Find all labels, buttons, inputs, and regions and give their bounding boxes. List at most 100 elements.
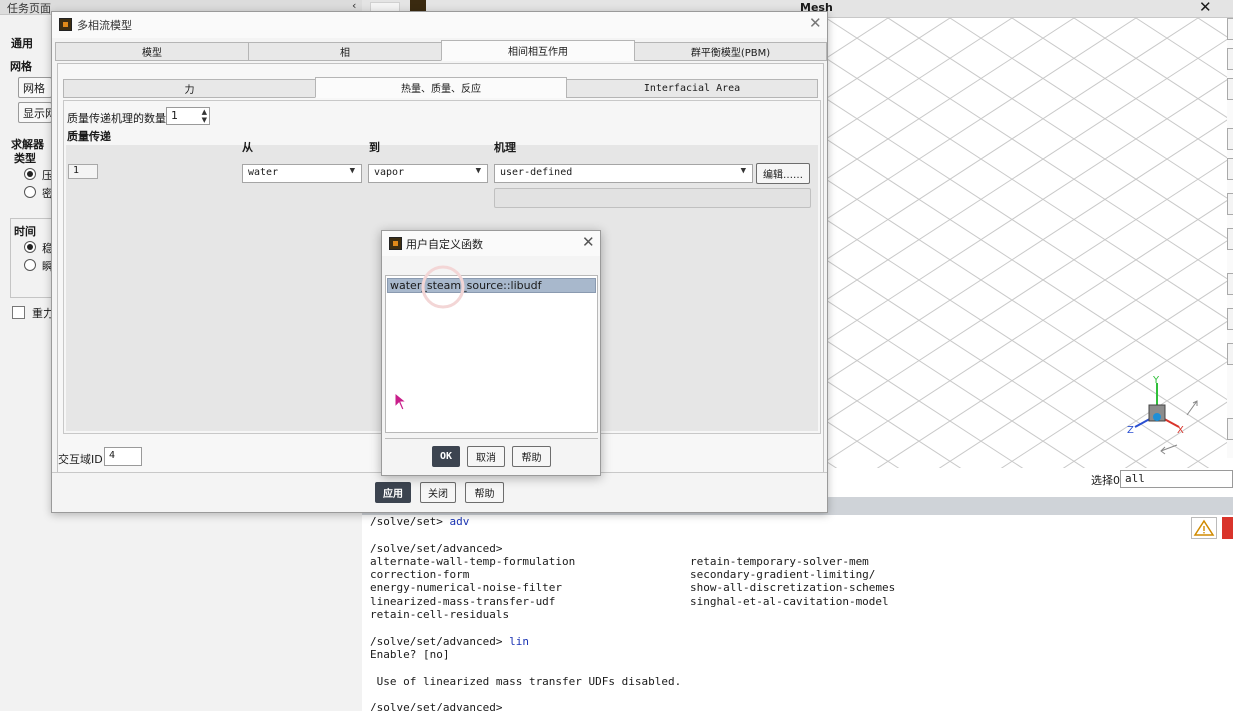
console-line: /solve/set> adv	[370, 515, 1233, 528]
mechanism-option-field	[494, 188, 811, 208]
toolbar-button[interactable]	[1227, 78, 1233, 100]
row-number: 1	[68, 164, 98, 179]
tab-phases[interactable]: 相	[248, 42, 442, 61]
loading-spinner-icon	[421, 265, 465, 309]
axis-triad-icon: Y X Z	[1127, 375, 1198, 455]
console-text: Use of linearized mass transfer UDFs dis…	[370, 674, 682, 688]
console-line: Use of linearized mass transfer UDFs dis…	[370, 675, 1233, 688]
console-command: lin	[509, 634, 529, 648]
console-text: /solve/set/advanced>	[370, 701, 503, 711]
console-output[interactable]: /solve/set> adv/solve/set/advanced> alter…	[362, 515, 1233, 711]
axis-x-label: X	[1177, 425, 1184, 436]
cancel-button[interactable]: 取消	[467, 446, 505, 467]
close-button[interactable]: 关闭	[420, 482, 456, 503]
apply-button[interactable]: 应用	[375, 482, 411, 503]
console-text: Enable? [no]	[370, 647, 450, 661]
toolbar-button[interactable]	[1227, 128, 1233, 150]
section-mesh: 网格	[10, 60, 32, 73]
toolbar-button[interactable]	[1227, 228, 1233, 250]
interaction-domain-id-label: 交互域ID	[58, 453, 103, 466]
tab-phase-interaction[interactable]: 相间相互作用	[441, 40, 635, 61]
help-button[interactable]: 帮助	[512, 446, 551, 467]
toolbar-button[interactable]	[1227, 193, 1233, 215]
column-from: 从	[242, 141, 253, 154]
dialog-titlebar: 多相流模型 ✕	[52, 12, 827, 38]
console-line: energy-numerical-noise-filter show-all-di…	[370, 581, 1233, 594]
console-command: adv	[449, 515, 470, 528]
console-line: retain-cell-residuals	[370, 608, 1233, 621]
from-phase-value: water	[248, 167, 279, 178]
toolbar-button[interactable]	[1227, 158, 1233, 180]
tab-model[interactable]: 模型	[55, 42, 249, 61]
close-icon[interactable]: ✕	[1199, 0, 1212, 16]
toolbar-button[interactable]	[1227, 48, 1233, 70]
graphics-toolbar	[1227, 18, 1233, 458]
subtab-interfacial-area[interactable]: Interfacial Area	[566, 79, 818, 98]
app-icon	[59, 18, 72, 31]
toolbar-button[interactable]	[1227, 308, 1233, 330]
ok-button[interactable]: OK	[432, 446, 460, 467]
interaction-domain-id-input[interactable]: 4	[104, 447, 142, 466]
tab-population-balance[interactable]: 群平衡模型(PBM)	[634, 42, 827, 61]
console-text: /solve/set/advanced>	[370, 634, 510, 648]
toolbar-button[interactable]	[1227, 273, 1233, 295]
warning-icon[interactable]	[1191, 517, 1217, 539]
error-icon[interactable]	[1222, 517, 1233, 539]
console-line: linearized-mass-transfer-udf singhal-et-a…	[370, 595, 1233, 608]
user-defined-functions-dialog: 用户自定义函数 ✕ water_steam_source::libudf OK …	[381, 230, 601, 476]
close-icon[interactable]: ✕	[582, 233, 595, 251]
dialog-title: 多相流模型	[77, 19, 132, 32]
subtab-heat-mass-reactions[interactable]: 热量、质量、反应	[315, 77, 567, 98]
dialog-titlebar: 用户自定义函数 ✕	[382, 231, 600, 256]
edit-button[interactable]: 编辑……	[756, 163, 810, 184]
mechanism-value: user-defined	[500, 167, 573, 178]
console-text: singhal-et-al-cavitation-model	[690, 594, 889, 608]
toolbar-button[interactable]	[1227, 343, 1233, 365]
radio-pressure-based[interactable]	[24, 168, 36, 180]
radio-steady[interactable]	[24, 241, 36, 253]
gravity-checkbox[interactable]	[12, 306, 25, 319]
mesh-button[interactable]: 网格	[18, 77, 52, 98]
console-line: /solve/set/advanced>	[370, 542, 1233, 555]
mouse-cursor-icon	[394, 392, 408, 411]
console-text: correction-form	[370, 568, 470, 582]
mechanism-dropdown[interactable]: user-defined ▼	[494, 164, 753, 183]
to-phase-dropdown[interactable]: vapor ▼	[368, 164, 488, 183]
console-text: /solve/set>	[370, 515, 450, 528]
section-type: 类型	[14, 152, 36, 165]
console-text: alternate-wall-temp-formulation	[370, 554, 576, 568]
from-phase-dropdown[interactable]: water ▼	[242, 164, 362, 183]
chevron-down-icon: ▼	[740, 166, 746, 176]
num-mechanisms-value: 1	[171, 109, 178, 122]
console-text: show-all-discretization-schemes	[690, 581, 896, 595]
close-icon[interactable]: ✕	[809, 14, 822, 32]
subtab-forces[interactable]: 力	[63, 79, 316, 98]
num-mechanisms-label: 质量传递机理的数量	[67, 112, 166, 125]
spinner-arrows-icon[interactable]: ▲ ▼	[202, 108, 207, 124]
toolbar-button[interactable]	[1227, 418, 1233, 440]
console-text: energy-numerical-noise-filter	[370, 581, 563, 595]
chevron-down-icon: ▼	[475, 166, 481, 176]
console-line: /solve/set/advanced>	[370, 701, 1233, 711]
help-button[interactable]: 帮助	[465, 482, 504, 503]
radio-density-based[interactable]	[24, 186, 36, 198]
radio-transient[interactable]	[24, 259, 36, 271]
num-mechanisms-spinner[interactable]: 1 ▲ ▼	[166, 107, 210, 125]
section-general: 通用	[11, 37, 33, 50]
display-mesh-button[interactable]: 显示网	[18, 102, 52, 123]
console-text: /solve/set/advanced>	[370, 541, 503, 555]
toolbar-button[interactable]	[1227, 18, 1233, 40]
app-icon	[389, 237, 402, 250]
console-line: correction-form secondary-gradient-limiti…	[370, 568, 1233, 581]
udf-list[interactable]: water_steam_source::libudf	[385, 275, 598, 433]
select-input[interactable]: all	[1120, 470, 1233, 488]
mass-transfer-label: 质量传递	[67, 130, 111, 143]
console-text: retain-cell-residuals	[370, 608, 510, 622]
console-line: /solve/set/advanced> lin	[370, 635, 1233, 648]
dialog-divider	[385, 438, 598, 439]
section-time: 时间	[14, 225, 36, 238]
